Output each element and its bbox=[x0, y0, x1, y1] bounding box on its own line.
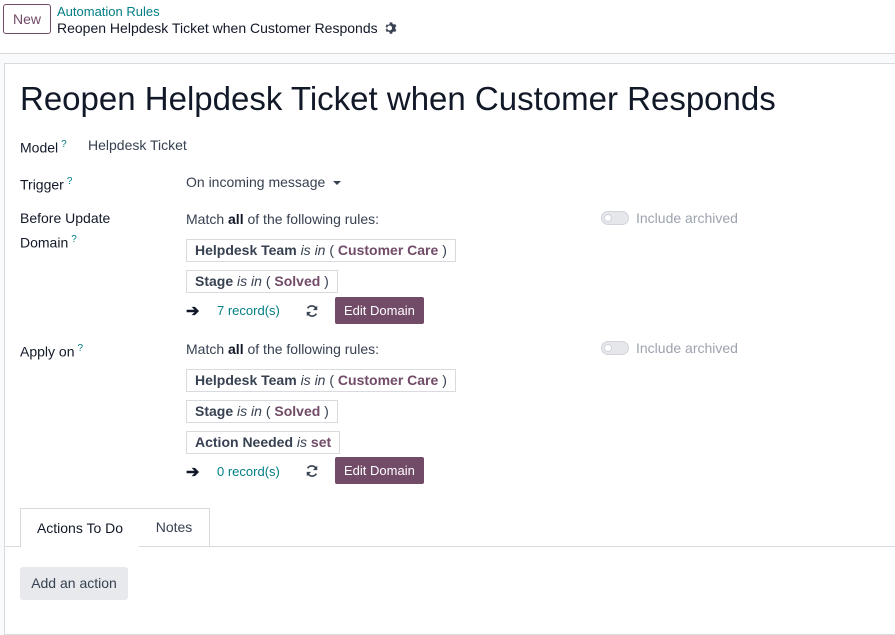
trigger-select[interactable]: On incoming message bbox=[186, 174, 342, 190]
domain-rule[interactable]: Helpdesk Team is in ( Customer Care ) bbox=[186, 239, 456, 262]
records-count-link[interactable]: 0 record(s) bbox=[217, 464, 280, 479]
arrow-right-icon: ➔ bbox=[186, 464, 200, 481]
model-value: Helpdesk Ticket bbox=[88, 137, 187, 153]
chevron-down-icon bbox=[333, 181, 342, 186]
include-archived-toggle[interactable] bbox=[601, 211, 629, 225]
include-archived-toggle[interactable] bbox=[601, 341, 629, 355]
domain-rule[interactable]: Helpdesk Team is in ( Customer Care ) bbox=[186, 369, 456, 392]
domain-rule[interactable]: Action Needed is set bbox=[186, 431, 341, 454]
help-icon[interactable]: ? bbox=[71, 234, 77, 245]
model-label: Model? bbox=[20, 139, 67, 156]
breadcrumb-current: Reopen Helpdesk Ticket when Customer Res… bbox=[57, 20, 378, 36]
edit-domain-button[interactable]: Edit Domain bbox=[335, 457, 424, 484]
help-icon[interactable]: ? bbox=[67, 176, 73, 187]
include-archived-label: Include archived bbox=[636, 210, 738, 226]
before-update-domain-label: Before Update Domain? bbox=[20, 210, 111, 251]
add-action-button[interactable]: Add an action bbox=[20, 567, 128, 600]
page-title[interactable]: Reopen Helpdesk Ticket when Customer Res… bbox=[20, 80, 776, 118]
include-archived-label: Include archived bbox=[636, 340, 738, 356]
edit-domain-button[interactable]: Edit Domain bbox=[335, 297, 424, 324]
records-count-link[interactable]: 7 record(s) bbox=[217, 303, 280, 318]
match-statement: Match all of the following rules: bbox=[186, 341, 380, 357]
trigger-label: Trigger? bbox=[20, 176, 73, 193]
domain-rule[interactable]: Stage is in ( Solved ) bbox=[186, 270, 338, 293]
gear-icon[interactable] bbox=[384, 21, 398, 35]
arrow-right-icon: ➔ bbox=[186, 303, 200, 320]
match-statement: Match all of the following rules: bbox=[186, 211, 380, 227]
breadcrumb-automation-rules[interactable]: Automation Rules bbox=[57, 4, 160, 19]
refresh-icon[interactable] bbox=[305, 464, 319, 478]
new-button[interactable]: New bbox=[3, 4, 51, 34]
tab-actions-to-do[interactable]: Actions To Do bbox=[20, 508, 140, 547]
control-panel: New Automation Rules Reopen Helpdesk Tic… bbox=[0, 0, 895, 54]
domain-rule[interactable]: Stage is in ( Solved ) bbox=[186, 400, 338, 423]
help-icon[interactable]: ? bbox=[61, 139, 67, 150]
help-icon[interactable]: ? bbox=[77, 343, 83, 354]
tab-notes[interactable]: Notes bbox=[139, 508, 210, 546]
apply-on-label: Apply on? bbox=[20, 343, 84, 360]
refresh-icon[interactable] bbox=[305, 304, 319, 318]
